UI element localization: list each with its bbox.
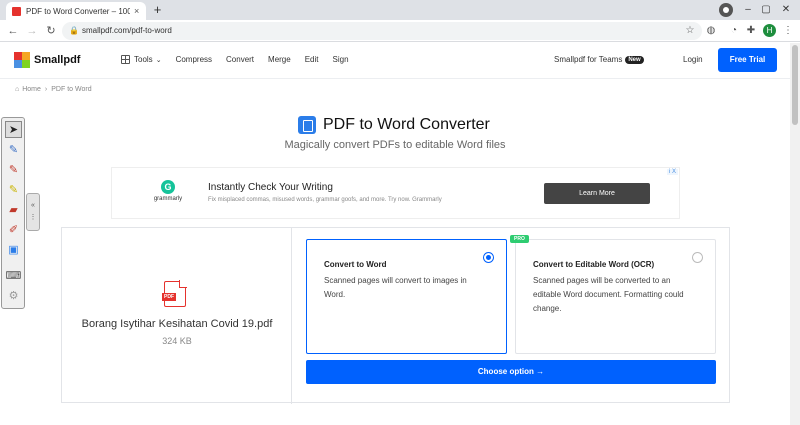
tab-title: PDF to Word Converter – 100% Fr — [26, 6, 130, 16]
logo-text: Smallpdf — [34, 54, 81, 66]
highlighter-icon[interactable]: ✎ — [5, 182, 22, 199]
option-convert-to-word[interactable]: Convert to Word Scanned pages will conve… — [306, 239, 507, 354]
teams-label: Smallpdf for Teams — [554, 55, 623, 64]
eraser-icon[interactable]: ▰ — [5, 202, 22, 219]
breadcrumb-home[interactable]: Home — [22, 86, 41, 93]
nav-merge[interactable]: Merge — [268, 55, 291, 64]
extension-icon[interactable]: ◔ — [727, 24, 741, 38]
new-badge: New — [625, 55, 644, 64]
ad-brand: grammarly — [153, 196, 183, 202]
page-title: PDF to Word Converter — [298, 116, 490, 134]
ad-learn-more-button[interactable]: Learn More — [544, 183, 650, 204]
file-name: Borang Isytihar Kesihatan Covid 19.pdf — [81, 318, 273, 330]
choose-option-button[interactable]: Choose option → — [306, 360, 716, 384]
url-text: smallpdf.com/pdf-to-word — [82, 26, 172, 35]
minimize-button[interactable]: – — [740, 2, 756, 18]
grammarly-logo: G grammarly — [146, 180, 190, 202]
globe-icon[interactable]: ◍ — [704, 24, 718, 38]
marker-icon[interactable]: ✐ — [5, 222, 22, 239]
keyboard-icon[interactable]: ⌨ — [5, 268, 22, 285]
browser-tabstrip: PDF to Word Converter – 100% Fr × + – ▢ … — [0, 0, 800, 20]
ad-banner[interactable]: G grammarly Instantly Check Your Writing… — [111, 167, 680, 219]
breadcrumb-separator: › — [44, 86, 48, 93]
main-nav: Tools ⌄ Compress Convert Merge Edit Sign — [121, 55, 363, 64]
site-header: Smallpdf Tools ⌄ Compress Convert Merge … — [0, 43, 790, 79]
file-preview: PDF Borang Isytihar Kesihatan Covid 19.p… — [62, 228, 292, 404]
pdf-file-icon: PDF — [162, 280, 187, 307]
menu-dots-icon[interactable]: ⋮ — [781, 24, 795, 38]
note-icon[interactable]: ▣ — [5, 242, 22, 259]
option-description: Scanned pages will be converted to an ed… — [533, 276, 684, 313]
profile-avatar[interactable]: H — [763, 24, 776, 37]
collapse-handle[interactable]: «⋮ — [26, 193, 40, 231]
reload-icon[interactable]: ↻ — [43, 23, 59, 39]
nav-tools-label: Tools — [134, 55, 153, 64]
pdf-icon-label: PDF — [162, 293, 176, 301]
nav-tools[interactable]: Tools ⌄ — [121, 55, 162, 64]
page-scrollbar[interactable] — [790, 43, 800, 425]
page-subtitle: Magically convert PDFs to editable Word … — [284, 139, 506, 151]
smallpdf-favicon — [12, 6, 21, 16]
home-icon: ⌂ — [15, 86, 20, 93]
ad-close-icon[interactable]: i X — [666, 169, 678, 175]
file-size: 324 KB — [162, 336, 192, 346]
login-link[interactable]: Login — [683, 55, 703, 64]
maximize-button[interactable]: ▢ — [758, 2, 774, 18]
pen-red-icon[interactable]: ✎ — [5, 162, 22, 179]
browser-tab[interactable]: PDF to Word Converter – 100% Fr × — [6, 2, 146, 20]
nav-convert[interactable]: Convert — [226, 55, 254, 64]
nav-compress[interactable]: Compress — [176, 55, 212, 64]
smallpdf-logo[interactable]: Smallpdf — [14, 52, 80, 68]
pro-badge: PRO — [510, 235, 529, 243]
option-title: Convert to Word — [324, 260, 387, 269]
teams-link[interactable]: Smallpdf for Teams New — [554, 55, 644, 64]
word-document-icon — [298, 116, 316, 134]
option-convert-to-editable-word[interactable]: PRO Convert to Editable Word (OCR) Scann… — [510, 235, 716, 354]
option-title: Convert to Editable Word (OCR) — [533, 260, 655, 269]
nav-edit[interactable]: Edit — [305, 55, 319, 64]
bookmark-star-icon[interactable]: ☆ — [683, 24, 697, 38]
page-title-text: PDF to Word Converter — [323, 116, 490, 133]
browser-toolbar: ← → ↻ 🔒 smallpdf.com/pdf-to-word ☆ ◍ ◔ ✚… — [0, 20, 800, 42]
new-tab-button[interactable]: + — [150, 3, 165, 18]
breadcrumb-current[interactable]: PDF to Word — [51, 86, 91, 93]
chevron-down-icon: ⌄ — [155, 56, 162, 64]
grid-icon — [121, 55, 130, 64]
lock-icon: 🔒 — [69, 26, 79, 35]
radio-convert-to-editable-word[interactable] — [692, 252, 703, 263]
forward-icon[interactable]: → — [24, 23, 40, 39]
ad-headline[interactable]: Instantly Check Your Writing — [208, 182, 333, 193]
address-bar[interactable]: 🔒 smallpdf.com/pdf-to-word — [62, 22, 702, 40]
ad-description: Fix misplaced commas, misused words, gra… — [208, 197, 442, 203]
record-icon[interactable] — [719, 3, 733, 17]
puzzle-icon[interactable]: ✚ — [744, 24, 758, 38]
nav-sign[interactable]: Sign — [333, 55, 349, 64]
radio-convert-to-word[interactable] — [483, 252, 494, 263]
option-description: Scanned pages will convert to images in … — [324, 276, 467, 299]
free-trial-button[interactable]: Free Trial — [718, 48, 777, 72]
pointer-icon[interactable]: ➤ — [5, 121, 22, 138]
back-icon[interactable]: ← — [5, 23, 21, 39]
settings-icon[interactable]: ⚙ — [5, 288, 22, 305]
logo-mark-icon — [14, 52, 30, 68]
grammarly-g-icon: G — [161, 180, 175, 194]
breadcrumb: ⌂ Home › PDF to Word — [15, 86, 92, 93]
scrollbar-thumb[interactable] — [792, 45, 798, 125]
tab-close-icon[interactable]: × — [134, 6, 139, 16]
conversion-panel: PDF Borang Isytihar Kesihatan Covid 19.p… — [61, 227, 730, 404]
close-window-button[interactable]: ✕ — [778, 2, 794, 18]
